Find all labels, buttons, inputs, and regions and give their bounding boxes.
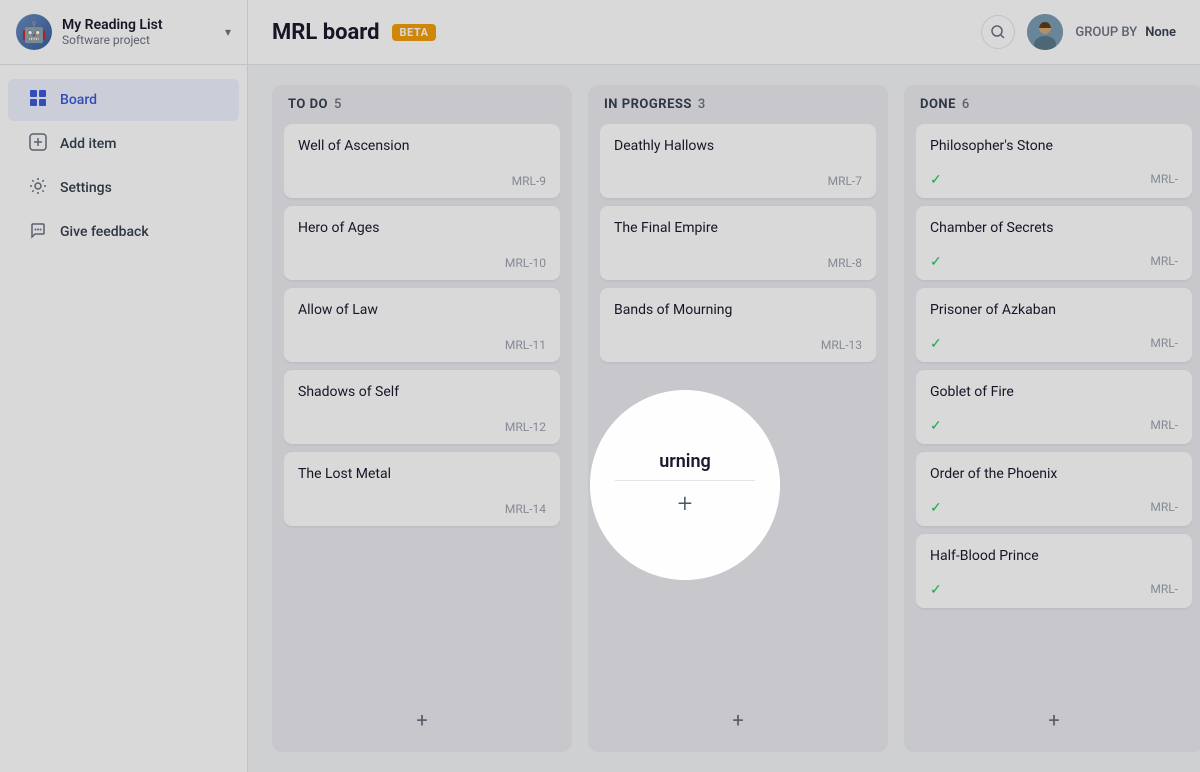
card-title: Well of Ascension: [298, 138, 546, 154]
add-card-button-todo[interactable]: +: [284, 700, 560, 740]
column-inprogress: IN PROGRESS 3 Deathly Hallows MRL-7 The F…: [588, 85, 888, 752]
table-row[interactable]: Goblet of Fire ✓ MRL-: [916, 370, 1192, 444]
table-row[interactable]: Hero of Ages MRL-10: [284, 206, 560, 280]
done-icon: ✓: [930, 418, 942, 434]
card-id: MRL-: [1150, 254, 1178, 268]
sidebar: 🤖 My Reading List Software project ▾ Boa…: [0, 0, 248, 772]
column-count: 6: [962, 97, 969, 112]
done-icon: ✓: [930, 582, 942, 598]
table-row[interactable]: Well of Ascension MRL-9: [284, 124, 560, 198]
feedback-icon: [28, 221, 48, 243]
card-id: MRL-: [1150, 418, 1178, 432]
cards-list: Deathly Hallows MRL-7 The Final Empire M…: [600, 124, 876, 692]
card-id: MRL-: [1150, 336, 1178, 350]
table-row[interactable]: Deathly Hallows MRL-7: [600, 124, 876, 198]
column-done: DONE 6 Philosopher's Stone ✓ MRL- Chamber…: [904, 85, 1200, 752]
card-title: Deathly Hallows: [614, 138, 862, 154]
card-title: Goblet of Fire: [930, 384, 1178, 400]
sidebar-settings-label: Settings: [60, 180, 112, 196]
card-title: Chamber of Secrets: [930, 220, 1178, 236]
beta-badge: BETA: [392, 24, 437, 41]
card-title: The Final Empire: [614, 220, 862, 236]
group-by-control[interactable]: GROUP BY None: [1075, 25, 1176, 40]
column-count: 5: [334, 97, 341, 112]
card-title: Half-Blood Prince: [930, 548, 1178, 564]
search-button[interactable]: [981, 15, 1015, 49]
card-id: MRL-11: [298, 338, 546, 352]
card-id: MRL-: [1150, 172, 1178, 186]
card-id: MRL-9: [298, 174, 546, 188]
user-avatar[interactable]: [1027, 14, 1063, 50]
table-row[interactable]: The Lost Metal MRL-14: [284, 452, 560, 526]
cards-list: Philosopher's Stone ✓ MRL- Chamber of Se…: [916, 124, 1192, 692]
column-title: TO DO: [288, 97, 328, 112]
card-id: MRL-14: [298, 502, 546, 516]
project-name: My Reading List: [62, 17, 221, 33]
add-card-button-done[interactable]: +: [916, 700, 1192, 740]
card-id: MRL-: [1150, 500, 1178, 514]
done-icon: ✓: [930, 172, 942, 188]
cards-list: Well of Ascension MRL-9 Hero of Ages MRL…: [284, 124, 560, 692]
table-row[interactable]: Shadows of Self MRL-12: [284, 370, 560, 444]
table-row[interactable]: Philosopher's Stone ✓ MRL-: [916, 124, 1192, 198]
card-title: Bands of Mourning: [614, 302, 862, 318]
main-header: MRL board BETA GROUP BY: [248, 0, 1200, 65]
search-icon: [990, 24, 1006, 40]
card-title: Hero of Ages: [298, 220, 546, 236]
project-sub: Software project: [62, 33, 221, 47]
project-logo: 🤖: [16, 14, 52, 50]
sidebar-board-label: Board: [60, 92, 97, 108]
sidebar-feedback-label: Give feedback: [60, 224, 149, 240]
card-title: Philosopher's Stone: [930, 138, 1178, 154]
sidebar-item-settings[interactable]: Settings: [8, 167, 239, 209]
project-header[interactable]: 🤖 My Reading List Software project ▾: [0, 0, 247, 65]
card-id: MRL-10: [298, 256, 546, 270]
board-area: TO DO 5 Well of Ascension MRL-9 Hero of A…: [248, 65, 1200, 772]
card-title: Prisoner of Azkaban: [930, 302, 1178, 318]
card-id: MRL-13: [614, 338, 862, 352]
sidebar-item-board[interactable]: Board: [8, 79, 239, 121]
column-todo: TO DO 5 Well of Ascension MRL-9 Hero of A…: [272, 85, 572, 752]
title-row: MRL board BETA: [272, 20, 436, 45]
card-id: MRL-: [1150, 582, 1178, 596]
group-by-label: GROUP BY: [1075, 25, 1137, 40]
sidebar-item-add[interactable]: Add item: [8, 123, 239, 165]
column-title: DONE: [920, 97, 956, 112]
card-title: Allow of Law: [298, 302, 546, 318]
card-id: MRL-8: [614, 256, 862, 270]
table-row[interactable]: Chamber of Secrets ✓ MRL-: [916, 206, 1192, 280]
settings-icon: [28, 177, 48, 199]
card-title: Order of the Phoenix: [930, 466, 1178, 482]
table-row[interactable]: Half-Blood Prince ✓ MRL-: [916, 534, 1192, 608]
done-icon: ✓: [930, 336, 942, 352]
done-icon: ✓: [930, 500, 942, 516]
header-toolbar: GROUP BY None: [981, 14, 1176, 50]
add-icon: [28, 133, 48, 155]
table-row[interactable]: Allow of Law MRL-11: [284, 288, 560, 362]
sidebar-nav: Board Add item Settings: [0, 65, 247, 772]
table-row[interactable]: Bands of Mourning MRL-13: [600, 288, 876, 362]
board-icon: [28, 89, 48, 111]
sidebar-item-feedback[interactable]: Give feedback: [8, 211, 239, 253]
table-row[interactable]: The Final Empire MRL-8: [600, 206, 876, 280]
group-by-value: None: [1145, 25, 1176, 40]
card-title: Shadows of Self: [298, 384, 546, 400]
project-chevron: ▾: [225, 25, 231, 39]
column-title: IN PROGRESS: [604, 97, 692, 112]
card-title: The Lost Metal: [298, 466, 546, 482]
column-count: 3: [698, 97, 705, 112]
sidebar-add-label: Add item: [60, 136, 116, 152]
table-row[interactable]: Prisoner of Azkaban ✓ MRL-: [916, 288, 1192, 362]
page-title: MRL board: [272, 20, 380, 45]
card-id: MRL-12: [298, 420, 546, 434]
done-icon: ✓: [930, 254, 942, 270]
main-content: MRL board BETA GROUP BY: [248, 0, 1200, 772]
table-row[interactable]: Order of the Phoenix ✓ MRL-: [916, 452, 1192, 526]
add-card-button-inprogress[interactable]: +: [600, 700, 876, 740]
card-id: MRL-7: [614, 174, 862, 188]
